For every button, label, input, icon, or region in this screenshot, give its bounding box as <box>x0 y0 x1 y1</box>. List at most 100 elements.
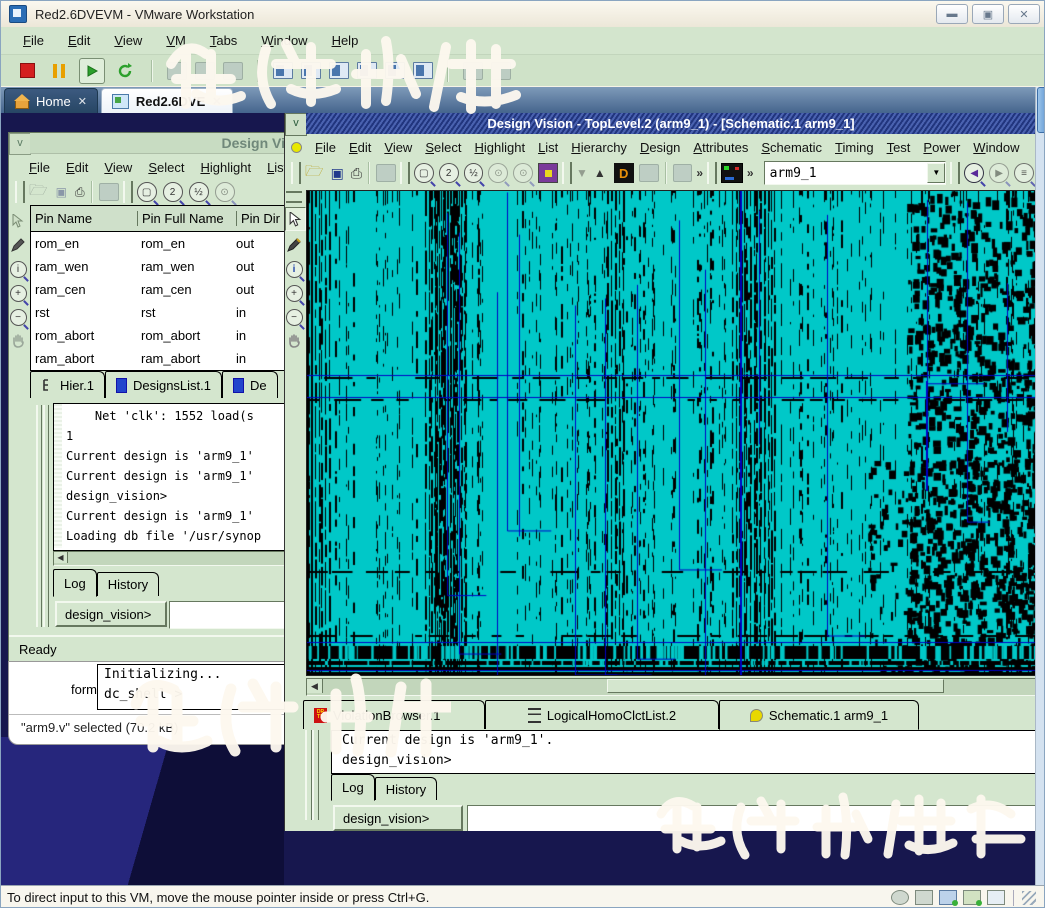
properties-icon[interactable] <box>99 183 119 201</box>
table-row[interactable]: ram_wenram_wenout <box>31 255 284 278</box>
maximize-icon[interactable]: ▣ <box>972 4 1004 24</box>
summary-view-icon[interactable] <box>385 62 405 79</box>
pop-down-icon[interactable]: ▼ <box>576 166 588 180</box>
splitter-handle[interactable] <box>305 730 312 820</box>
minimize-icon[interactable]: ▬ <box>936 4 968 24</box>
menu-power[interactable]: Power <box>923 140 960 155</box>
stop-icon[interactable] <box>15 59 39 83</box>
menu-edit[interactable]: Edit <box>68 33 90 48</box>
menu-highlight[interactable]: Highlight <box>200 160 251 175</box>
zoom-half-icon[interactable]: ½ <box>464 163 484 183</box>
schematic-view-icon[interactable]: D <box>614 163 634 183</box>
splitter-handle[interactable] <box>36 405 42 627</box>
splitter-handle[interactable] <box>43 405 49 627</box>
fg-command-input[interactable] <box>467 805 1035 831</box>
manage-snapshots-icon[interactable] <box>223 62 243 80</box>
harddisk-icon[interactable] <box>915 890 933 905</box>
col-pin-dir[interactable]: Pin Dir <box>237 211 284 226</box>
menu-list[interactable]: List <box>538 140 558 155</box>
back-icon[interactable]: ◀ <box>964 163 984 183</box>
bg-log-hscrollbar[interactable]: ◀ <box>53 551 285 566</box>
pencil-icon[interactable] <box>9 235 27 255</box>
chevron-down-icon[interactable]: ▼ <box>927 163 945 183</box>
zoom-in-icon[interactable]: + <box>285 283 303 303</box>
menu-select[interactable]: Select <box>148 160 184 175</box>
overflow-chevron[interactable]: » <box>747 166 754 180</box>
scroll-thumb[interactable] <box>1037 87 1045 133</box>
unity-icon[interactable] <box>357 62 377 79</box>
capture-icon[interactable] <box>463 62 483 80</box>
scroll-left-icon[interactable]: ◀ <box>54 552 68 563</box>
symbol-view-icon[interactable] <box>639 164 659 182</box>
table-row[interactable]: ram_abortram_abortin <box>31 347 284 370</box>
tab-home[interactable]: Home ✕ <box>4 88 98 113</box>
scroll-left-icon[interactable]: ◀ <box>307 679 323 693</box>
info-icon[interactable]: i <box>285 259 303 279</box>
zoom-2x-icon[interactable]: 2 <box>439 163 459 183</box>
menu-view[interactable]: View <box>384 140 412 155</box>
tab-history[interactable]: History <box>97 572 159 596</box>
bg-window-title[interactable]: Design Vi <box>30 133 286 154</box>
menu-vm[interactable]: VM <box>166 33 186 48</box>
pause-icon[interactable] <box>47 59 71 83</box>
pan-hand-icon[interactable] <box>285 331 303 351</box>
menu-view[interactable]: View <box>104 160 132 175</box>
table-row[interactable]: rom_abortrom_abortin <box>31 324 284 347</box>
dc-shell-console[interactable]: Initializing... dc_shell > <box>97 664 295 710</box>
table-row[interactable]: rstrstin <box>31 301 284 324</box>
zoom-select-icon[interactable]: ▢ <box>414 163 434 183</box>
select-arrow-icon[interactable] <box>285 207 306 231</box>
menu-select[interactable]: Select <box>425 140 461 155</box>
menu-edit[interactable]: Edit <box>66 160 88 175</box>
menu-window[interactable]: Window <box>261 33 307 48</box>
schematic-hscrollbar[interactable]: ◀ <box>306 678 1035 696</box>
pop-up-icon[interactable]: ▲ <box>594 166 606 180</box>
tab-designslist[interactable]: DesignsList.1 <box>105 371 222 398</box>
display-icon[interactable] <box>987 890 1005 905</box>
table-row[interactable]: rom_enrom_enout <box>31 232 284 255</box>
vm-console-screen[interactable]: v Design Vi File Edit View Select Highli… <box>1 113 1035 885</box>
select-arrow-icon[interactable] <box>9 211 27 231</box>
tab-hier[interactable]: Hier.1 <box>30 371 105 398</box>
menu-help[interactable]: Help <box>332 33 359 48</box>
show-sidebar-icon[interactable] <box>273 62 293 79</box>
design-vision-background-window[interactable]: v Design Vi File Edit View Select Highli… <box>8 132 286 663</box>
pencil-icon[interactable] <box>285 235 303 255</box>
close-tab-icon[interactable]: ✕ <box>78 95 87 108</box>
menu-hierarchy[interactable]: Hierarchy <box>571 140 627 155</box>
menu-timing[interactable]: Timing <box>835 140 874 155</box>
zoom-out-icon[interactable]: − <box>285 307 303 327</box>
menu-schematic[interactable]: Schematic <box>761 140 822 155</box>
tab-violation-browser[interactable]: DRT? ViolationBrowser.1 <box>303 700 485 729</box>
appliance-icon[interactable] <box>413 62 433 79</box>
file-browser-fragment[interactable]: formali Initializing... dc_shell > "arm9… <box>8 661 296 745</box>
console-vscrollbar[interactable] <box>1035 87 1045 885</box>
zoom-out-icon[interactable]: ⊙ <box>513 163 533 183</box>
close-tab-icon[interactable]: ✕ <box>212 95 221 108</box>
zoom-half-icon[interactable]: ½ <box>189 182 209 202</box>
design-vision-window[interactable]: v Design Vision - TopLevel.2 (arm9_1) - … <box>284 113 1035 831</box>
pin-table[interactable]: Pin Name Pin Full Name Pin Dir rom_enrom… <box>30 205 285 371</box>
snapshot-icon[interactable] <box>167 62 187 80</box>
overflow-chevron[interactable]: » <box>696 166 703 180</box>
revert-icon[interactable] <box>195 62 215 80</box>
print-icon[interactable]: ⎙ <box>75 185 85 200</box>
table-row[interactable]: ram_cenram_cenout <box>31 278 284 301</box>
col-pin-full-name[interactable]: Pin Full Name <box>138 211 237 226</box>
design-combobox[interactable]: arm9_1 ▼ <box>764 161 947 185</box>
schematic-canvas[interactable] <box>306 190 1035 676</box>
tab-log[interactable]: Log <box>331 774 375 801</box>
menu-file[interactable]: File <box>315 140 336 155</box>
menu-window[interactable]: Window <box>973 140 1019 155</box>
tab-logical-homo-clct-list[interactable]: LogicalHomoClctList.2 <box>485 700 719 729</box>
menu-edit[interactable]: Edit <box>349 140 371 155</box>
record-icon[interactable] <box>491 62 511 80</box>
splitter-handle[interactable] <box>312 730 319 820</box>
fullscreen-icon[interactable] <box>329 62 349 79</box>
menu-design[interactable]: Design <box>640 140 680 155</box>
console-view-icon[interactable] <box>301 62 321 79</box>
tab-history[interactable]: History <box>375 777 437 800</box>
menu-test[interactable]: Test <box>887 140 911 155</box>
menu-file[interactable]: File <box>23 33 44 48</box>
tab-de[interactable]: De <box>222 371 278 398</box>
